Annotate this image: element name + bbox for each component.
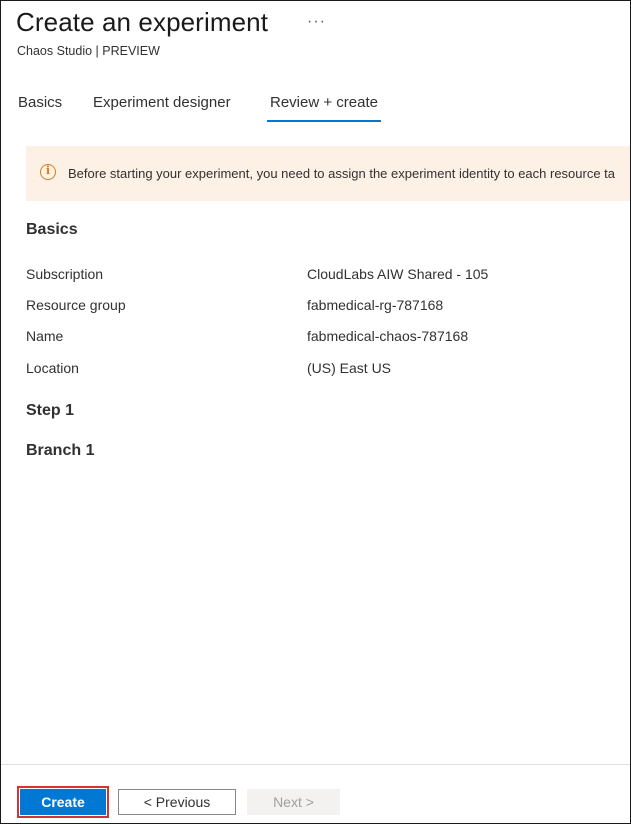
info-banner: Before starting your experiment, you nee… (26, 146, 630, 201)
name-value: fabmedical-chaos-787168 (307, 328, 469, 344)
location-label: Location (26, 360, 79, 376)
page-title: Create an experiment (16, 7, 269, 37)
location-value: (US) East US (307, 360, 392, 376)
branch-heading: Branch 1 (26, 442, 95, 459)
resource-group-label: Resource group (26, 297, 126, 313)
tab-basics[interactable]: Basics (18, 94, 62, 111)
tab-experiment-designer[interactable]: Experiment designer (93, 94, 231, 111)
tab-review-create[interactable]: Review + create (267, 94, 381, 122)
subscription-value: CloudLabs AIW Shared - 105 (307, 266, 489, 282)
resource-group-value: fabmedical-rg-787168 (307, 297, 444, 313)
tab-bar: Basics Experiment designer Review + crea… (1, 89, 630, 123)
footer-divider (1, 764, 630, 765)
subscription-label: Subscription (26, 266, 104, 282)
previous-button[interactable]: < Previous (118, 789, 236, 815)
more-options-button[interactable]: ··· (307, 13, 326, 31)
next-button[interactable]: Next > (247, 789, 340, 815)
banner-text: Before starting your experiment, you nee… (68, 166, 616, 181)
step-heading: Step 1 (26, 402, 75, 419)
create-experiment-panel: Create an experiment ··· Chaos Studio | … (0, 0, 631, 824)
name-label: Name (26, 328, 64, 344)
create-button[interactable]: Create (20, 789, 106, 815)
page-subtitle: Chaos Studio | PREVIEW (17, 44, 160, 58)
info-icon (40, 164, 56, 180)
basics-section-heading: Basics (26, 221, 78, 238)
